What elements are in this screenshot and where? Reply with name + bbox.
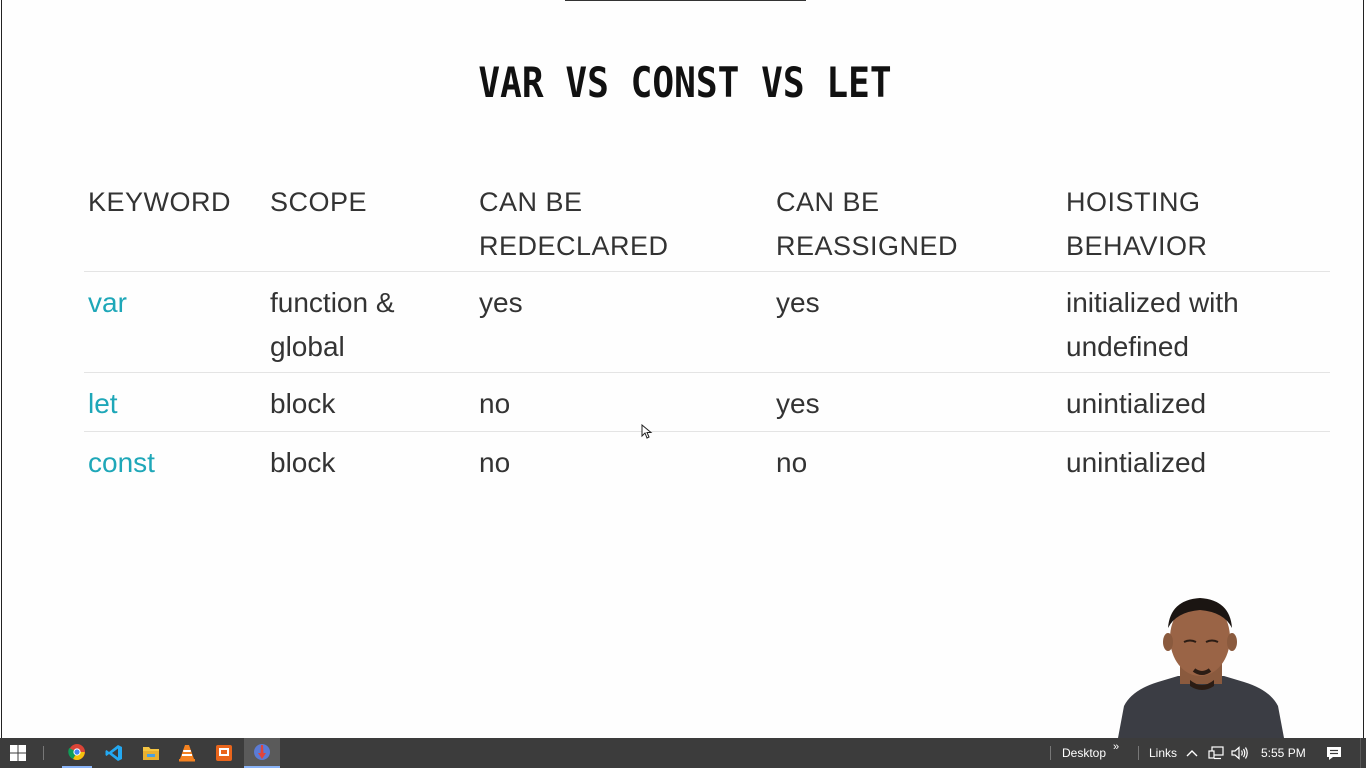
chrome-icon	[68, 744, 85, 760]
header-keyword: KEYWORD	[88, 187, 232, 217]
cell-redeclared: yes	[479, 287, 523, 318]
desktop-toolbar-label[interactable]: Desktop	[1062, 738, 1106, 768]
header-redeclared: CAN BE REDECLARED	[479, 187, 669, 261]
cell-reassigned: no	[776, 447, 808, 478]
taskbar-separator	[1050, 746, 1051, 760]
slides-app-icon	[216, 745, 232, 761]
speaker-icon	[1231, 746, 1248, 760]
windows-taskbar: Desktop » Links 5:55 PM	[0, 738, 1366, 768]
taskbar-slides-app[interactable]	[209, 738, 239, 768]
table-header-row: KEYWORD SCOPE CAN BE REDECLARED CAN BE R…	[84, 180, 1330, 272]
table-row: const block no no unintialized	[84, 432, 1330, 490]
taskbar-recorder-app[interactable]	[244, 738, 280, 768]
desktop-toolbar-chevron[interactable]: »	[1113, 732, 1119, 762]
mouse-pointer-icon	[641, 424, 653, 439]
taskbar-file-explorer[interactable]	[136, 738, 166, 768]
taskbar-vlc[interactable]	[172, 738, 202, 768]
show-hidden-icons-button[interactable]	[1183, 738, 1201, 768]
taskbar-chrome[interactable]	[62, 738, 92, 768]
table-row: let block no yes unintialized	[84, 373, 1330, 432]
cell-hoisting: initialized with undefined	[1066, 287, 1239, 362]
cell-reassigned: yes	[776, 287, 820, 318]
top-divider	[565, 0, 806, 1]
cell-scope: block	[270, 447, 336, 478]
cell-hoisting: unintialized	[1066, 388, 1207, 419]
cell-redeclared: no	[479, 388, 511, 419]
header-scope: SCOPE	[270, 187, 368, 217]
file-explorer-icon	[143, 747, 159, 760]
network-icon	[1208, 746, 1224, 760]
keyword-var: var	[88, 287, 127, 318]
action-center-button[interactable]	[1322, 738, 1346, 768]
table-row: var function & global yes yes initialize…	[84, 272, 1330, 373]
chevron-up-icon	[1186, 750, 1198, 757]
vscode-icon	[105, 745, 122, 761]
taskbar-separator	[43, 746, 44, 760]
keyword-let: let	[88, 388, 118, 419]
cell-redeclared: no	[479, 447, 511, 478]
cell-hoisting: unintialized	[1066, 447, 1207, 478]
taskbar-vscode[interactable]	[99, 738, 129, 768]
recorder-app-icon	[254, 744, 270, 760]
show-desktop-button[interactable]	[1360, 738, 1361, 768]
notification-icon	[1327, 746, 1341, 760]
network-button[interactable]	[1206, 738, 1226, 768]
comparison-table: KEYWORD SCOPE CAN BE REDECLARED CAN BE R…	[84, 180, 1330, 490]
keyword-const: const	[88, 447, 155, 478]
windows-start-icon	[10, 745, 26, 761]
slide-title: VAR VS CONST VS LET	[478, 58, 892, 107]
presenter-webcam	[1118, 598, 1284, 738]
taskbar-separator	[1138, 746, 1139, 760]
volume-button[interactable]	[1229, 738, 1251, 768]
links-toolbar-label[interactable]: Links	[1149, 738, 1177, 768]
cell-scope: function & global	[270, 287, 395, 362]
cell-reassigned: yes	[776, 388, 820, 419]
start-button[interactable]	[0, 738, 36, 768]
header-hoisting: HOISTING BEHAVIOR	[1066, 187, 1208, 261]
header-reassigned: CAN BE REASSIGNED	[776, 187, 959, 261]
vlc-icon	[179, 745, 195, 762]
cell-scope: block	[270, 388, 336, 419]
clock[interactable]: 5:55 PM	[1261, 738, 1306, 768]
screen: VAR VS CONST VS LET KEYWORD SCOPE CAN BE…	[0, 0, 1366, 768]
